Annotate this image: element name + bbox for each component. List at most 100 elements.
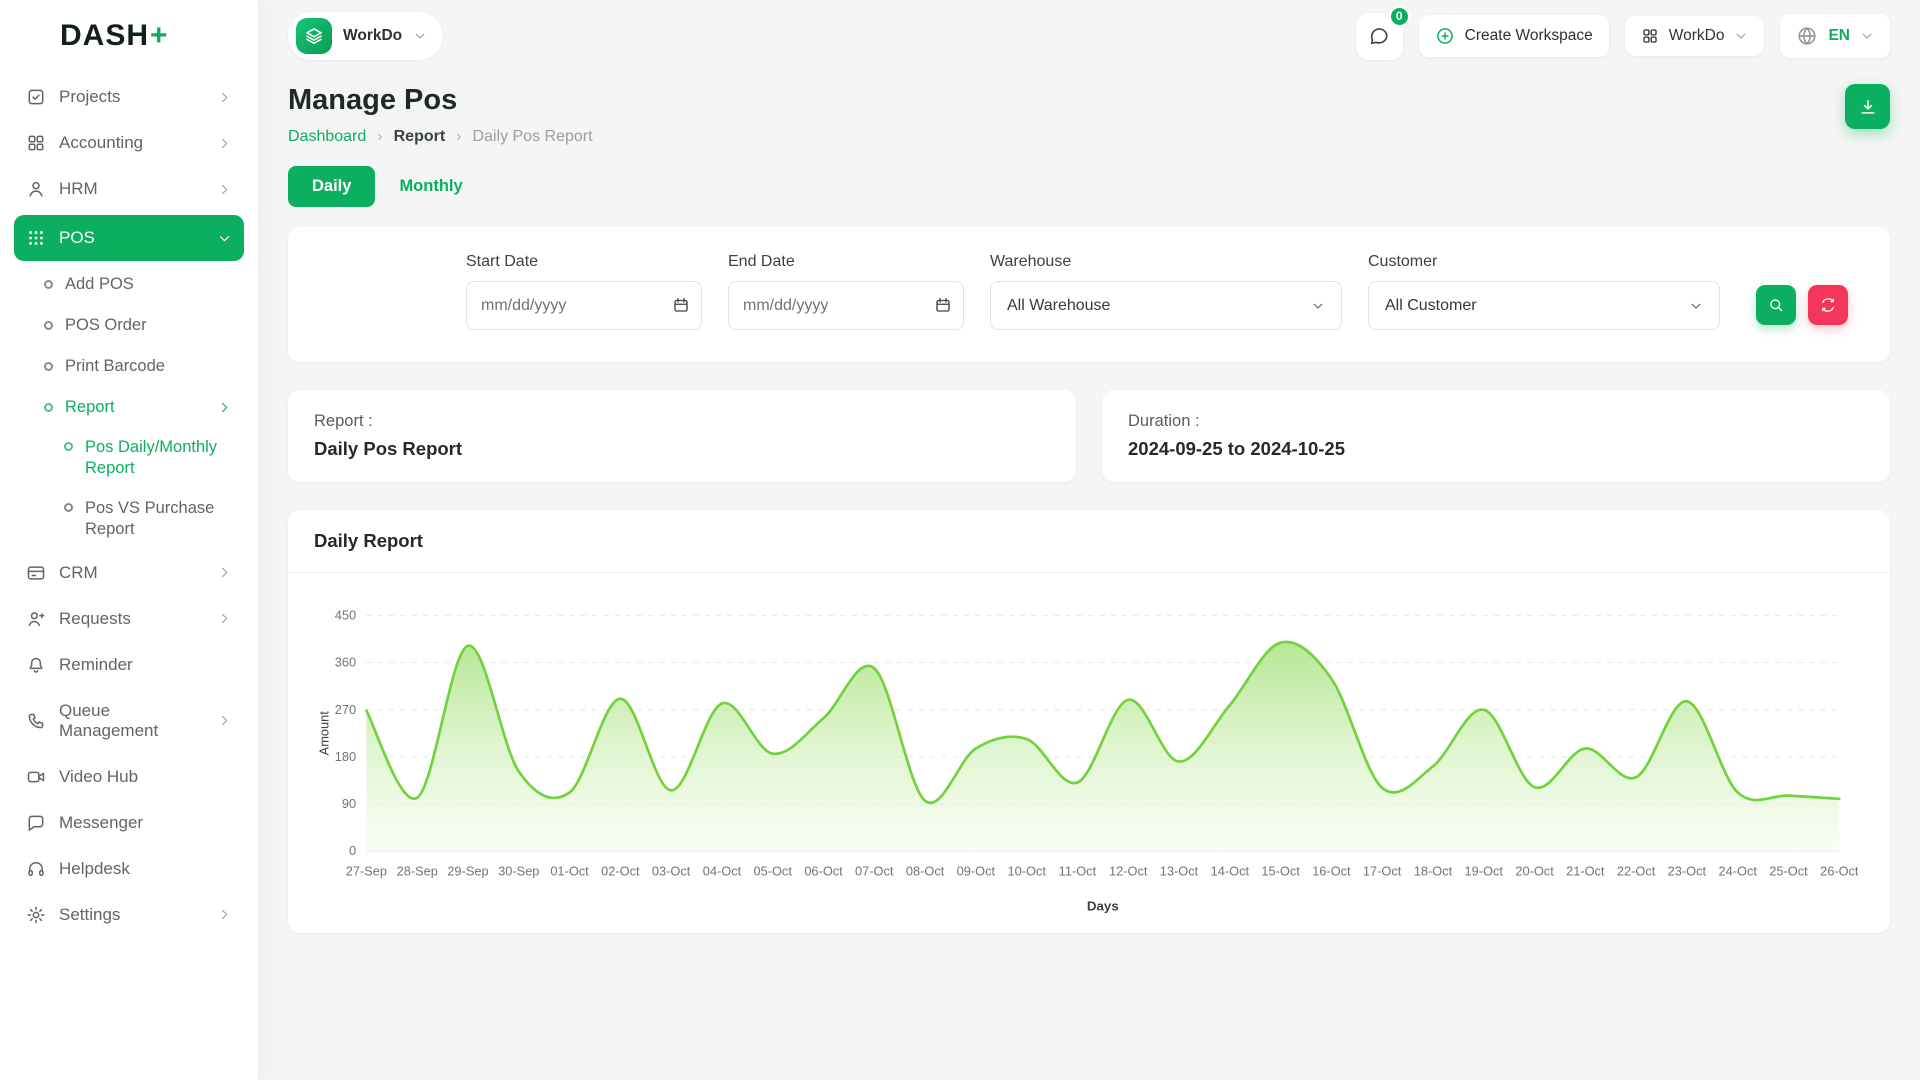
create-workspace-button[interactable]: Create Workspace — [1419, 15, 1609, 57]
start-date-field: Start Date — [466, 253, 702, 330]
sidebar-subitem-label: Print Barcode — [65, 357, 232, 376]
sidebar-item-requests[interactable]: Requests — [14, 596, 244, 642]
sidebar-subitem-label: POS Order — [65, 316, 232, 335]
svg-text:11-Oct: 11-Oct — [1059, 864, 1097, 879]
sidebar-item-messenger[interactable]: Messenger — [14, 800, 244, 846]
x-axis-title: Days — [1087, 899, 1119, 914]
settings-icon — [26, 905, 46, 925]
chevron-down-icon — [1689, 299, 1703, 313]
sidebar-subitem-label: Add POS — [65, 275, 232, 294]
svg-text:20-Oct: 20-Oct — [1515, 864, 1554, 879]
svg-text:08-Oct: 08-Oct — [906, 864, 945, 879]
report-summary-card: Report : Daily Pos Report — [288, 390, 1076, 482]
sidebar-subitem-report[interactable]: Report — [14, 387, 244, 428]
svg-text:09-Oct: 09-Oct — [957, 864, 996, 879]
search-icon — [1767, 296, 1785, 314]
svg-text:15-Oct: 15-Oct — [1261, 864, 1300, 879]
y-axis-title: Amount — [316, 711, 331, 756]
sidebar-subitem-pos-daily-monthly-report[interactable]: Pos Daily/Monthly Report — [14, 428, 244, 489]
sidebar-subitem-print-barcode[interactable]: Print Barcode — [14, 346, 244, 387]
report-summary-value: Daily Pos Report — [314, 438, 1050, 460]
customer-select[interactable]: All Customer — [1368, 281, 1720, 330]
sidebar-item-label: Requests — [59, 609, 204, 629]
customer-label: Customer — [1368, 253, 1720, 271]
sidebar-subitem-pos-vs-purchase-report[interactable]: Pos VS Purchase Report — [14, 489, 244, 550]
sidebar-item-label: Helpdesk — [59, 859, 232, 879]
hrm-icon — [26, 179, 46, 199]
sidebar-subitem-pos-order[interactable]: POS Order — [14, 305, 244, 346]
messages-button[interactable]: 0 — [1356, 13, 1403, 60]
daily-report-chart: 09018027036045027-Sep28-Sep29-Sep30-Sep0… — [310, 599, 1868, 919]
breadcrumb-report[interactable]: Report — [394, 128, 446, 146]
calendar-icon — [672, 296, 690, 314]
sidebar-item-pos[interactable]: POS — [14, 215, 244, 261]
duration-summary-label: Duration : — [1128, 412, 1864, 431]
end-date-input[interactable] — [728, 281, 964, 330]
workspace-switcher[interactable]: WorkDo — [288, 12, 443, 60]
sidebar-item-settings[interactable]: Settings — [14, 892, 244, 938]
app-root: DASH+ Projects Accounting HRM POS Add PO… — [0, 0, 1920, 1080]
breadcrumb-separator: › — [456, 128, 461, 146]
tab-daily[interactable]: Daily — [288, 166, 375, 207]
workspace-name: WorkDo — [343, 27, 402, 45]
svg-text:24-Oct: 24-Oct — [1719, 864, 1758, 879]
globe-icon — [1796, 25, 1818, 47]
svg-text:19-Oct: 19-Oct — [1465, 864, 1504, 879]
warehouse-field: Warehouse All Warehouse — [990, 253, 1342, 330]
svg-text:360: 360 — [335, 655, 356, 670]
sidebar-menu: Projects Accounting HRM POS Add POS POS … — [0, 72, 258, 1080]
warehouse-select[interactable]: All Warehouse — [990, 281, 1342, 330]
sidebar-item-label: Messenger — [59, 813, 232, 833]
chevron-right-icon — [217, 565, 232, 580]
sidebar-item-label: Accounting — [59, 133, 204, 153]
sidebar-item-reminder[interactable]: Reminder — [14, 642, 244, 688]
start-date-input[interactable] — [466, 281, 702, 330]
page-content: Manage Pos Dashboard›Report›Daily Pos Re… — [288, 72, 1890, 933]
messages-badge: 0 — [1389, 6, 1410, 27]
chevron-right-icon — [217, 136, 232, 151]
tab-monthly[interactable]: Monthly — [393, 166, 468, 207]
download-button[interactable] — [1845, 84, 1890, 129]
sidebar-item-helpdesk[interactable]: Helpdesk — [14, 846, 244, 892]
app-logo[interactable]: DASH+ — [0, 0, 258, 72]
daily-report-card: Daily Report 09018027036045027-Sep28-Sep… — [288, 510, 1890, 933]
customer-selected-value: All Customer — [1385, 297, 1477, 315]
svg-text:27-Sep: 27-Sep — [346, 864, 387, 879]
language-selector[interactable]: EN — [1780, 14, 1890, 58]
chevron-down-icon — [413, 29, 427, 43]
create-workspace-label: Create Workspace — [1465, 27, 1593, 45]
helpdesk-icon — [26, 859, 46, 879]
sidebar-item-accounting[interactable]: Accounting — [14, 120, 244, 166]
start-date-label: Start Date — [466, 253, 702, 271]
language-code: EN — [1828, 27, 1850, 45]
sidebar-subitem-add-pos[interactable]: Add POS — [14, 264, 244, 305]
sidebar-item-crm[interactable]: CRM — [14, 550, 244, 596]
sidebar-item-projects[interactable]: Projects — [14, 74, 244, 120]
svg-text:17-Oct: 17-Oct — [1363, 864, 1402, 879]
calendar-icon — [934, 296, 952, 314]
queue-icon — [26, 711, 46, 731]
sidebar-item-video-hub[interactable]: Video Hub — [14, 754, 244, 800]
plus-circle-icon — [1435, 26, 1455, 46]
breadcrumb-dashboard[interactable]: Dashboard — [288, 128, 366, 146]
warehouse-selected-value: All Warehouse — [1007, 297, 1110, 315]
app-switcher-button[interactable]: WorkDo — [1625, 16, 1765, 56]
sidebar-item-label: Queue Management — [59, 701, 204, 741]
bullet-icon — [64, 503, 73, 512]
svg-text:28-Sep: 28-Sep — [397, 864, 438, 879]
sidebar-item-hrm[interactable]: HRM — [14, 166, 244, 212]
svg-text:21-Oct: 21-Oct — [1566, 864, 1605, 879]
reset-button[interactable] — [1808, 285, 1848, 325]
crm-icon — [26, 563, 46, 583]
svg-text:29-Sep: 29-Sep — [447, 864, 488, 879]
refresh-icon — [1819, 296, 1837, 314]
svg-text:01-Oct: 01-Oct — [550, 864, 589, 879]
search-button[interactable] — [1756, 285, 1796, 325]
sidebar-item-queue-management[interactable]: Queue Management — [14, 688, 244, 754]
pos-icon — [26, 228, 46, 248]
bullet-icon — [44, 403, 53, 412]
sidebar-subitem-label: Pos VS Purchase Report — [85, 498, 232, 541]
svg-text:30-Sep: 30-Sep — [498, 864, 539, 879]
svg-text:04-Oct: 04-Oct — [703, 864, 742, 879]
svg-text:16-Oct: 16-Oct — [1312, 864, 1351, 879]
